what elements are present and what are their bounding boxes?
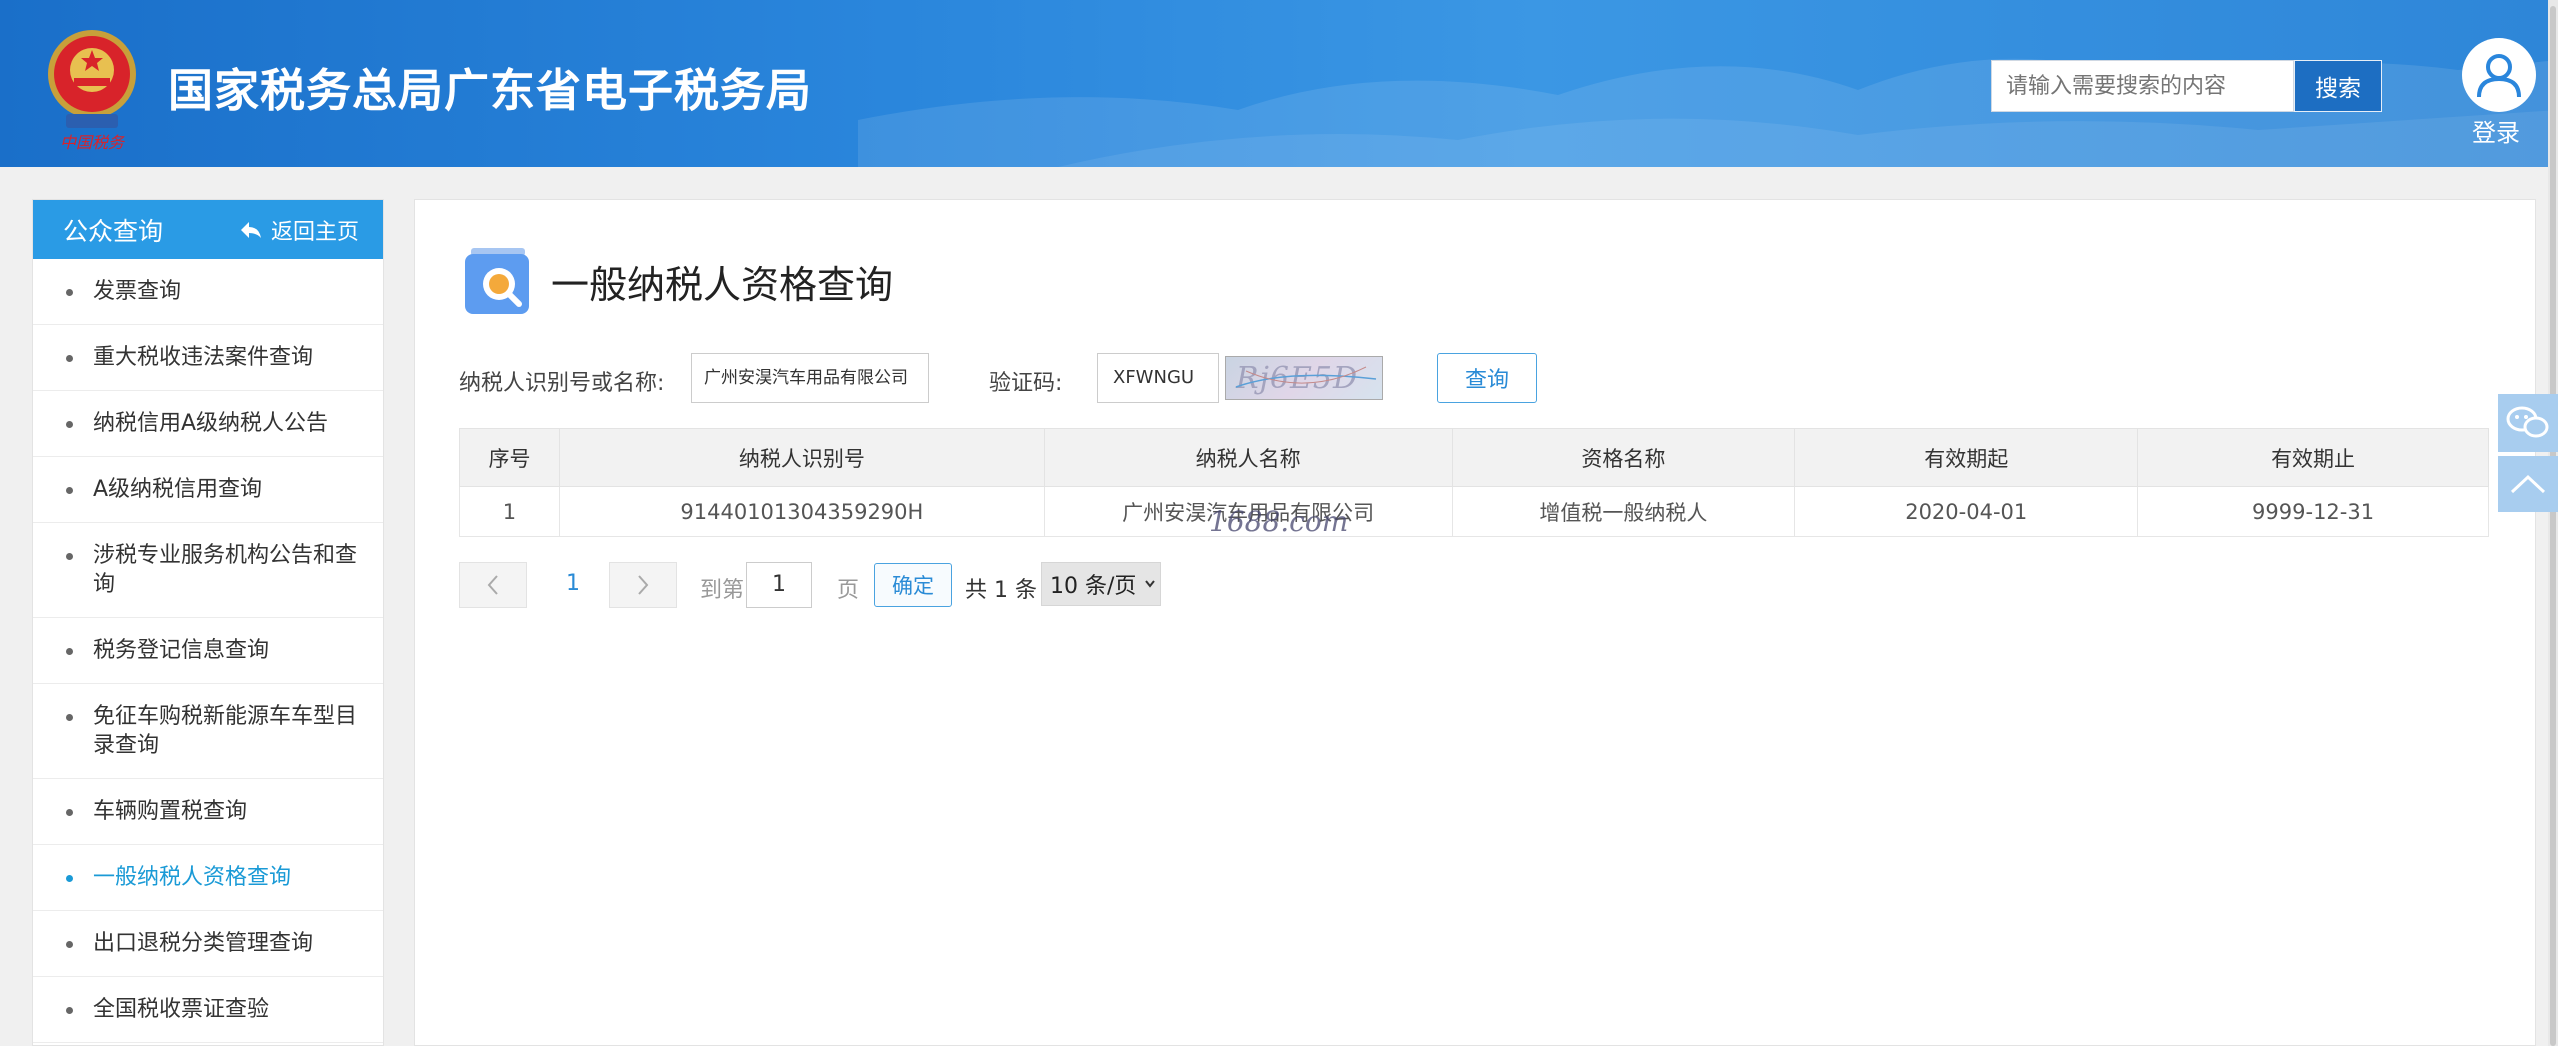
goto-page-input[interactable]: 1	[746, 562, 812, 608]
column-header: 资格名称	[1451, 428, 1796, 487]
site-header: 中国税务 国家税务总局广东省电子税务局 搜索 登录	[0, 0, 2558, 167]
chevron-right-icon	[638, 575, 649, 595]
sidebar-menu: 发票查询 重大税收违法案件查询 纳税信用A级纳税人公告 A级纳税信用查询 涉税专…	[33, 259, 383, 1043]
captcha-input[interactable]: XFWNGU	[1097, 353, 1219, 403]
page-number-current[interactable]: 1	[566, 571, 580, 596]
sidebar-item-general-taxpayer-query[interactable]: 一般纳税人资格查询	[33, 845, 383, 911]
sidebar-item-label: 重大税收违法案件查询	[93, 345, 314, 370]
column-header: 纳税人识别号	[558, 428, 1045, 487]
sidebar-item-a-credit-query[interactable]: A级纳税信用查询	[33, 457, 383, 523]
back-home-link[interactable]: 返回主页	[239, 214, 359, 246]
tax-emblem-logo[interactable]: 中国税务	[38, 22, 146, 152]
page-suffix-label: 页	[837, 578, 860, 603]
sidebar-item-label: 全国税收票证查验	[93, 997, 270, 1022]
bullet-dot	[66, 941, 73, 948]
sidebar-item-label: 纳税信用A级纳税人公告	[93, 411, 329, 436]
captcha-label: 验证码:	[989, 371, 1063, 396]
sidebar-item-label: 税务登记信息查询	[93, 638, 270, 663]
captcha-image[interactable]: Rj6E5D	[1225, 356, 1383, 400]
page-scrollbar-thumb[interactable]	[2550, 6, 2556, 1046]
site-title: 国家税务总局广东省电子税务局	[168, 64, 813, 117]
goto-label: 到第	[700, 578, 745, 603]
back-to-top-button[interactable]	[2498, 456, 2558, 512]
sidebar-item-tax-registration-query[interactable]: 税务登记信息查询	[33, 618, 383, 684]
sidebar-item-invoice-query[interactable]: 发票查询	[33, 259, 383, 325]
sidebar-item-tax-violation-query[interactable]: 重大税收违法案件查询	[33, 325, 383, 391]
table-row: 1 91440101304359290H 广州安淏汽车用品有限公司 增值税一般纳…	[459, 486, 2489, 537]
login-link[interactable]: 登录	[2472, 113, 2520, 148]
bullet-dot	[66, 289, 73, 296]
sidebar-item-a-credit-announcement[interactable]: 纳税信用A级纳税人公告	[33, 391, 383, 457]
search-input[interactable]	[1992, 61, 2293, 111]
user-avatar-button[interactable]	[2462, 38, 2536, 112]
sidebar-item-label: A级纳税信用查询	[93, 477, 263, 502]
table-cell: 91440101304359290H	[558, 486, 1045, 537]
column-header: 序号	[459, 428, 560, 487]
column-header: 纳税人名称	[1043, 428, 1453, 487]
back-arrow-icon	[240, 221, 261, 238]
watermark-text: 1688.com	[1209, 505, 1349, 538]
bullet-dot	[66, 875, 73, 882]
sidebar-item-tax-voucher-check[interactable]: 全国税收票证查验	[33, 977, 383, 1043]
captcha-noise	[1235, 366, 1377, 388]
emblem-icon: 中国税务	[48, 30, 136, 152]
table-header-row: 序号 纳税人识别号 纳税人名称 资格名称 有效期起 有效期止	[459, 428, 2489, 487]
search-button[interactable]: 搜索	[2294, 60, 2382, 112]
chevron-left-icon	[487, 575, 498, 595]
back-home-label: 返回主页	[270, 219, 359, 245]
wechat-icon	[2506, 406, 2549, 438]
sidebar-item-label: 车辆购置税查询	[93, 799, 248, 824]
sidebar-item-label: 免征车购税新能源车车型目录查询	[93, 704, 358, 758]
page-header: 一般纳税人资格查询	[463, 246, 893, 316]
sidebar-item-nev-catalog-query[interactable]: 免征车购税新能源车车型目录查询	[33, 684, 383, 779]
table-cell: 1	[459, 486, 560, 537]
chevron-down-icon	[1145, 580, 1156, 588]
page-size-value: 10 条/页	[1050, 574, 1137, 599]
table-cell: 2020-04-01	[1794, 486, 2139, 537]
taxpayer-input[interactable]: 广州安淏汽车用品有限公司	[691, 353, 929, 403]
bullet-dot	[66, 421, 73, 428]
goto-confirm-button[interactable]: 确定	[874, 563, 952, 607]
taxpayer-label: 纳税人识别号或名称:	[459, 371, 665, 396]
bullet-dot	[66, 553, 73, 560]
total-count: 共 1 条	[965, 578, 1037, 603]
sidebar-header: 公众查询 返回主页	[33, 200, 383, 259]
bullet-dot	[66, 355, 73, 362]
bullet-dot	[66, 714, 73, 721]
results-table: 序号 纳税人识别号 纳税人名称 资格名称 有效期起 有效期止 1 9144010…	[459, 428, 2489, 537]
chevron-up-icon	[2510, 474, 2546, 494]
user-icon	[2477, 54, 2521, 98]
prev-page-button[interactable]	[459, 562, 527, 608]
sidebar-item-label: 发票查询	[93, 279, 182, 304]
bullet-dot	[66, 487, 73, 494]
main-panel: 一般纳税人资格查询 纳税人识别号或名称: 广州安淏汽车用品有限公司 验证码: X…	[414, 199, 2536, 1046]
bullet-dot	[66, 1007, 73, 1014]
sidebar-item-label: 一般纳税人资格查询	[93, 865, 292, 890]
sidebar-item-export-rebate-query[interactable]: 出口退税分类管理查询	[33, 911, 383, 977]
table-cell: 增值税一般纳税人	[1451, 486, 1796, 537]
svg-text:中国税务: 中国税务	[60, 133, 126, 152]
page-title: 一般纳税人资格查询	[551, 262, 894, 307]
search-document-icon	[463, 246, 533, 316]
column-header: 有效期止	[2137, 428, 2489, 487]
column-header: 有效期起	[1794, 428, 2139, 487]
sidebar-item-vehicle-purchase-tax[interactable]: 车辆购置税查询	[33, 779, 383, 845]
next-page-button[interactable]	[609, 562, 677, 608]
query-button[interactable]: 查询	[1437, 353, 1537, 403]
pagination: 1 到第 1 页 确定 共 1 条 10 条/页	[459, 562, 1259, 608]
search-box	[1991, 60, 2294, 112]
table-cell: 9999-12-31	[2137, 486, 2489, 537]
query-form: 纳税人识别号或名称: 广州安淏汽车用品有限公司 验证码: XFWNGU Rj6E…	[459, 353, 1559, 403]
bullet-dot	[66, 809, 73, 816]
page-size-select[interactable]: 10 条/页	[1041, 562, 1161, 606]
bullet-dot	[66, 648, 73, 655]
sidebar-item-label: 出口退税分类管理查询	[93, 931, 314, 956]
sidebar-item-label: 涉税专业服务机构公告和查询	[93, 543, 358, 597]
sidebar-title: 公众查询	[63, 216, 164, 246]
wechat-float-button[interactable]	[2498, 394, 2558, 452]
sidebar-item-tax-service-agencies[interactable]: 涉税专业服务机构公告和查询	[33, 523, 383, 618]
sidebar: 公众查询 返回主页 发票查询 重大税收违法案件查询 纳税信用A级纳税人公告 A级…	[32, 199, 384, 1046]
